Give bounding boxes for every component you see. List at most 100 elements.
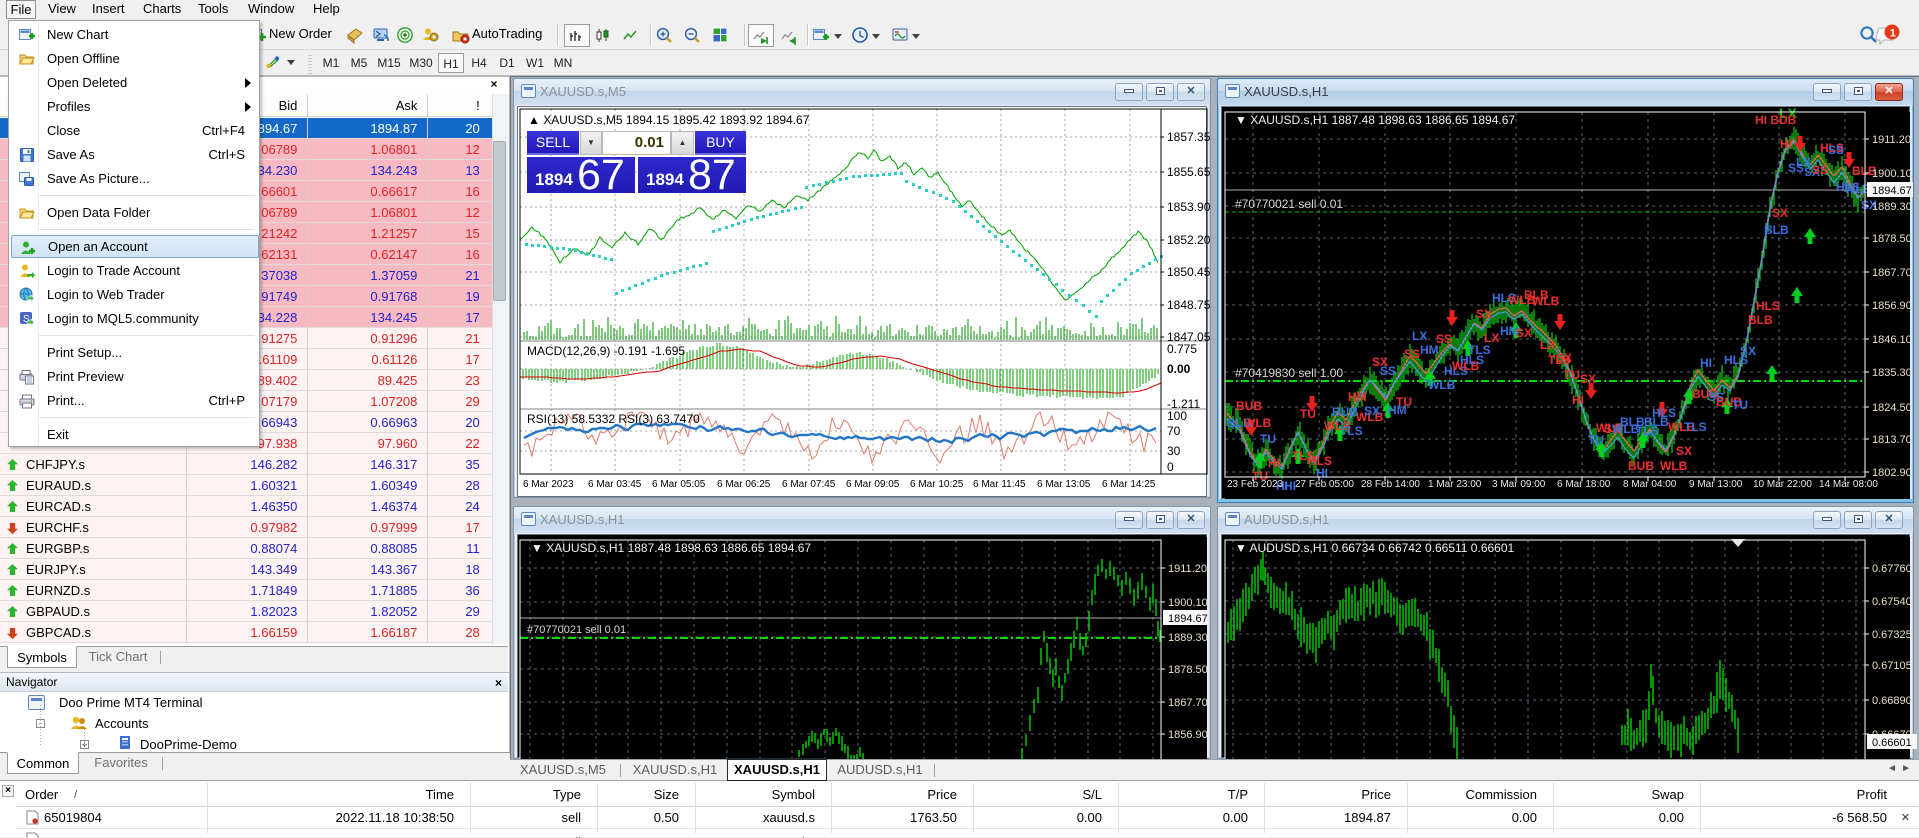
svg-text:30: 30	[1167, 444, 1181, 458]
svg-text:SX: SX	[1580, 372, 1596, 386]
svg-text:SX: SX	[1516, 326, 1532, 340]
svg-text:1889.30: 1889.30	[1872, 201, 1912, 213]
svg-text:70: 70	[1167, 424, 1181, 438]
svg-text:HI: HI	[1268, 456, 1280, 470]
svg-text:1889.30: 1889.30	[1168, 632, 1208, 644]
svg-text:1894.67: 1894.67	[1872, 185, 1912, 197]
svg-text:6 Mar 13:05: 6 Mar 13:05	[1037, 479, 1091, 490]
svg-text:LX: LX	[1412, 329, 1427, 343]
svg-text:6 Mar 09:05: 6 Mar 09:05	[846, 479, 900, 490]
svg-text:6 Mar 2023: 6 Mar 2023	[523, 479, 574, 490]
svg-text:TU: TU	[1732, 398, 1748, 412]
svg-text:1846.10: 1846.10	[1872, 334, 1912, 346]
svg-text:1802.90: 1802.90	[1872, 467, 1912, 479]
svg-text:WLB: WLB	[1660, 459, 1688, 473]
svg-text:HLS: HLS	[1652, 406, 1676, 420]
svg-text:TLS: TLS	[1684, 420, 1707, 434]
svg-text:▼ XAUUSD.s,H1 1887.48 1898.6: ▼ XAUUSD.s,H1 1887.48 1898.63 1886.65 18…	[531, 541, 811, 555]
svg-text:0.67105: 0.67105	[1872, 660, 1912, 672]
svg-text:BLB: BLB	[1748, 313, 1773, 327]
svg-text:SS: SS	[1828, 143, 1844, 157]
svg-text:6 Mar 10:25: 6 Mar 10:25	[910, 479, 964, 490]
svg-text:HI: HI	[1780, 137, 1792, 151]
svg-text:1878.50: 1878.50	[1872, 233, 1912, 245]
svg-text:SX: SX	[1740, 344, 1756, 358]
svg-text:28 Feb 14:00: 28 Feb 14:00	[1361, 479, 1420, 490]
svg-text:1: 1	[1890, 28, 1896, 40]
svg-text:SX: SX	[1676, 444, 1692, 458]
svg-text:WLB: WLB	[1244, 416, 1272, 430]
svg-text:HI BDB: HI BDB	[1755, 113, 1797, 127]
svg-text:0.66601: 0.66601	[1872, 737, 1912, 749]
svg-text:HI: HI	[1700, 356, 1712, 370]
svg-text:0.67760: 0.67760	[1872, 563, 1912, 575]
svg-text:1824.50: 1824.50	[1872, 402, 1912, 414]
svg-text:1867.70: 1867.70	[1168, 697, 1208, 709]
svg-text:BLB: BLB	[1764, 223, 1789, 237]
svg-text:14 Mar 08:00: 14 Mar 08:00	[1819, 479, 1878, 490]
svg-text:#70419830 sell 1.00: #70419830 sell 1.00	[1235, 366, 1343, 380]
svg-text:HI: HI	[1572, 393, 1584, 407]
svg-text:1867.70: 1867.70	[1872, 267, 1912, 279]
svg-text:SX: SX	[1772, 206, 1788, 220]
svg-text:LX: LX	[1484, 331, 1499, 345]
svg-text:1894.67: 1894.67	[1168, 613, 1208, 625]
svg-text:SX: SX	[1364, 404, 1380, 418]
svg-text:SS: SS	[1812, 163, 1828, 177]
svg-text:1853.90: 1853.90	[1167, 200, 1211, 214]
svg-text:▼ AUDUSD.s,H1 0.66734 0.6674: ▼ AUDUSD.s,H1 0.66734 0.66742 0.66511 0.…	[1235, 541, 1515, 555]
svg-text:23 Feb 2023: 23 Feb 2023	[1227, 479, 1284, 490]
svg-text:1813.70: 1813.70	[1872, 434, 1912, 446]
svg-text:WLB: WLB	[1532, 294, 1560, 308]
svg-text:1900.10: 1900.10	[1872, 168, 1912, 180]
svg-text:HI: HI	[1316, 466, 1328, 480]
svg-text:6 Mar 11:45: 6 Mar 11:45	[973, 479, 1026, 490]
svg-text:6 Mar 03:45: 6 Mar 03:45	[588, 479, 642, 490]
svg-text:RSI(13) 58.5332 RSI(3) 63.747: RSI(13) 58.5332 RSI(3) 63.7470	[527, 412, 700, 426]
svg-text:SS: SS	[1404, 347, 1420, 361]
svg-text:1911.20: 1911.20	[1872, 134, 1911, 146]
svg-text:LX: LX	[1540, 338, 1555, 352]
svg-text:100: 100	[1167, 409, 1187, 423]
svg-text:BUB: BUB	[1332, 405, 1358, 419]
svg-text:TU: TU	[1396, 395, 1412, 409]
svg-text:1852.20: 1852.20	[1167, 233, 1211, 247]
svg-text:6 Mar 18:00: 6 Mar 18:00	[1557, 479, 1611, 490]
svg-text:TU: TU	[1588, 433, 1604, 447]
svg-text:9 Mar 13:00: 9 Mar 13:00	[1689, 479, 1743, 490]
svg-text:#70770021 sell 0.01: #70770021 sell 0.01	[527, 624, 626, 636]
svg-text:0.66890: 0.66890	[1872, 695, 1912, 707]
svg-text:1835.30: 1835.30	[1872, 367, 1912, 379]
svg-text:TU: TU	[1260, 432, 1276, 446]
svg-text:6 Mar 14:25: 6 Mar 14:25	[1102, 479, 1156, 490]
svg-text:1856.90: 1856.90	[1168, 729, 1208, 741]
svg-text:0.00: 0.00	[1167, 362, 1191, 376]
svg-text:1900.10: 1900.10	[1168, 597, 1208, 609]
svg-text:TU: TU	[1300, 407, 1316, 421]
svg-text:10 Mar 22:00: 10 Mar 22:00	[1753, 479, 1812, 490]
svg-text:27 Feb 05:00: 27 Feb 05:00	[1295, 479, 1354, 490]
svg-text:1855.65: 1855.65	[1167, 165, 1211, 179]
svg-text:0: 0	[1167, 460, 1174, 474]
svg-text:1857.35: 1857.35	[1167, 130, 1211, 144]
svg-text:1878.50: 1878.50	[1168, 664, 1208, 676]
svg-text:TLS: TLS	[1468, 343, 1491, 357]
svg-text:HLS: HLS	[1756, 299, 1780, 313]
svg-text:BUB: BUB	[1236, 399, 1262, 413]
svg-text:6 Mar 05:05: 6 Mar 05:05	[652, 479, 706, 490]
svg-text:6 Mar 06:25: 6 Mar 06:25	[717, 479, 771, 490]
svg-text:1856.90: 1856.90	[1872, 300, 1912, 312]
svg-text:▲ XAUUSD.s,M5 1894.15 1895.4: ▲ XAUUSD.s,M5 1894.15 1895.42 1893.92 18…	[528, 113, 810, 127]
svg-text:SS: SS	[1380, 364, 1396, 378]
svg-text:MACD(12,26,9) -0.191 -1.695: MACD(12,26,9) -0.191 -1.695	[527, 344, 685, 358]
svg-text:1 Mar 23:00: 1 Mar 23:00	[1428, 479, 1482, 490]
svg-text:TLS: TLS	[1340, 424, 1363, 438]
svg-text:TU: TU	[1564, 368, 1580, 382]
svg-text:3 Mar 09:00: 3 Mar 09:00	[1492, 479, 1546, 490]
svg-text:▼ XAUUSD.s,H1 1887.48 1898.6: ▼ XAUUSD.s,H1 1887.48 1898.63 1886.65 18…	[1235, 113, 1515, 127]
svg-text:#70770021 sell 0.01: #70770021 sell 0.01	[1235, 197, 1343, 211]
svg-text:6 Mar 07:45: 6 Mar 07:45	[782, 479, 836, 490]
svg-text:8 Mar 04:00: 8 Mar 04:00	[1623, 479, 1677, 490]
svg-text:0.775: 0.775	[1167, 342, 1197, 356]
svg-text:1850.45: 1850.45	[1167, 265, 1211, 279]
